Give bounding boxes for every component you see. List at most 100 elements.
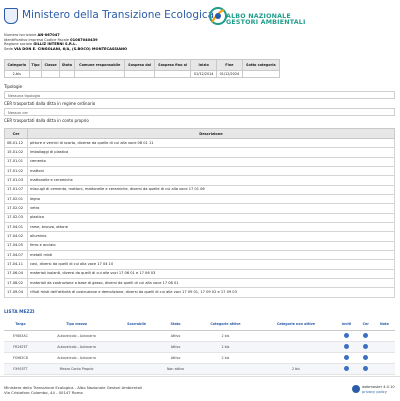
table-row: FS963CB Autoveicolo - Autocarro Attivo 2 bi… xyxy=(4,352,395,364)
table-row: 17.02.02 vetro xyxy=(4,203,395,214)
cer-code: 17.01.03 xyxy=(4,175,28,186)
table-row: 17.06.04 materiali isolanti, diversi da q… xyxy=(4,268,395,279)
download-icon[interactable] xyxy=(343,344,349,349)
col-header: Scarrabile xyxy=(116,317,157,331)
download-icon[interactable] xyxy=(343,366,349,371)
cell: Attivo xyxy=(156,352,195,364)
col-header: Descrizione xyxy=(27,128,395,139)
cer-code: 17.02.02 xyxy=(4,203,28,214)
cell: Autoveicolo - Autocarro xyxy=(36,352,117,364)
albo-line2: GESTORI AMBIENTALI xyxy=(226,19,306,27)
tipologie-label: Tipologie xyxy=(4,84,23,89)
privacy-link[interactable]: privacy policy xyxy=(362,390,395,395)
cer-description: miscugli di cemento, mattoni, mattonelle… xyxy=(27,184,395,195)
footer-webmaster[interactable]: webmaster 4.0.10 xyxy=(362,385,395,390)
cer-code: 17.01.07 xyxy=(4,184,28,195)
cell xyxy=(58,70,75,78)
table-row: 17.01.01 cemento xyxy=(4,156,395,168)
cell: 2 bis xyxy=(194,341,257,353)
col-header: Classe xyxy=(41,59,60,71)
col-header: Fine xyxy=(216,59,243,71)
table-row: 17.02.01 legno xyxy=(4,193,395,205)
albo-title: ALBO NAZIONALE GESTORI AMBIENTALI xyxy=(226,13,306,27)
col-header: Categorie non attive xyxy=(256,317,336,331)
cer-description: materiali isolanti, diversi da quelli di… xyxy=(27,268,395,279)
footer-right: webmaster 4.0.10 privacy policy xyxy=(362,385,395,394)
table-row: 17.02.03 plastica xyxy=(4,212,395,223)
cer-code: 17.09.04 xyxy=(4,287,28,298)
cer-code: 17.02.01 xyxy=(4,193,28,205)
footer-line2: Via Cristoforo Colombo, 44 - 00147 Roma xyxy=(4,390,83,395)
col-header: Cer xyxy=(357,317,374,331)
cell: 01/12/2024 xyxy=(216,70,243,78)
cell: FR267ET xyxy=(4,341,37,353)
cer-description: mattoni xyxy=(27,165,395,177)
cell: EY883AC xyxy=(4,330,37,342)
col-header: Categorie attive xyxy=(194,317,257,331)
cell xyxy=(153,70,192,78)
col-header: Inviti xyxy=(335,317,358,331)
cer-table: Cer Descrizione 08.01.12 pitture e vernic… xyxy=(4,128,395,298)
cer-code: 08.01.12 xyxy=(4,137,28,149)
table-row: EY883AC Autoveicolo - Autocarro Attivo 2 bi… xyxy=(4,330,395,342)
col-header: Note xyxy=(373,317,395,331)
cer-code: 17.01.01 xyxy=(4,156,28,168)
cell: Mezzo Conto Proprio xyxy=(36,363,117,375)
cer-description: vetro xyxy=(27,203,395,214)
cell: Autoveicolo - Autocarro xyxy=(36,330,117,342)
download-icon[interactable] xyxy=(343,355,349,360)
table-row: 17.04.11 cavi, diversi da quelli di cui a… xyxy=(4,259,395,270)
cer-code: 17.08.02 xyxy=(4,277,28,289)
cell: Non attivo xyxy=(156,363,195,375)
company-meta: Numero iscrizione AN-067047 Identificati… xyxy=(4,33,127,51)
meta-label: Identificativo impresa Codice fiscale xyxy=(4,37,70,42)
cell xyxy=(41,70,60,78)
col-header: Sospeso fino al xyxy=(153,59,192,71)
cell: FX955TT xyxy=(4,363,37,375)
footer-left: Ministero della Transizione Ecologica - … xyxy=(4,385,142,395)
cell: FS963CB xyxy=(4,352,37,364)
cell xyxy=(256,341,336,353)
cell xyxy=(357,330,374,342)
cell: 01/12/2014 xyxy=(190,70,218,78)
cell xyxy=(335,341,358,353)
cer-description: rifiuti misti dell'attività di costruzio… xyxy=(27,287,395,298)
cer-description: metalli misti xyxy=(27,249,395,261)
col-header: Stato xyxy=(156,317,195,331)
cell xyxy=(373,352,395,364)
download-icon[interactable] xyxy=(363,355,369,360)
cer-ordinario-value: Nessun cer xyxy=(4,108,395,116)
lista-mezzi-title: LISTA MEZZI xyxy=(4,310,35,315)
cell xyxy=(124,70,155,78)
cell: 2 bis xyxy=(194,352,257,364)
table-row: 15.01.02 imballaggi di plastica xyxy=(4,147,395,158)
cell xyxy=(116,341,157,353)
download-icon[interactable] xyxy=(343,333,349,338)
col-header: Targa xyxy=(4,317,37,331)
table-row: 17.08.02 materiali da costruzione a base … xyxy=(4,277,395,289)
download-icon[interactable] xyxy=(363,333,369,338)
table-row: FX955TT Mezzo Conto Proprio Non attivo 2 bi… xyxy=(4,363,395,375)
mezzi-table: Targa Tipo mezzo Scarrabile Stato Catego… xyxy=(4,317,395,375)
cell xyxy=(373,330,395,342)
meta-label: Ragione sociale xyxy=(4,42,33,47)
meta-label: Numero iscrizione xyxy=(4,33,37,37)
col-header: Stato xyxy=(58,59,75,71)
meta-value: GILLIZ INTERNI S.R.L. xyxy=(33,42,77,47)
cell xyxy=(241,70,281,78)
cell xyxy=(116,330,157,342)
cell xyxy=(373,341,395,353)
cer-code: 17.01.02 xyxy=(4,165,28,177)
cer-code: 15.01.02 xyxy=(4,147,28,158)
download-icon[interactable] xyxy=(363,344,369,349)
cell xyxy=(28,70,43,78)
meta-value: VIA DON E. CINGOLANI, 6/A, (S.BOCO) MONT… xyxy=(14,46,128,51)
cell xyxy=(357,341,374,353)
cell: 2-bis xyxy=(4,70,30,78)
download-icon[interactable] xyxy=(363,366,369,371)
cer-description: alluminio xyxy=(27,231,395,242)
cer-code: 17.02.03 xyxy=(4,212,28,223)
col-header: Categoria xyxy=(4,59,30,71)
cer-code: 17.04.01 xyxy=(4,221,28,233)
cell xyxy=(373,363,395,375)
